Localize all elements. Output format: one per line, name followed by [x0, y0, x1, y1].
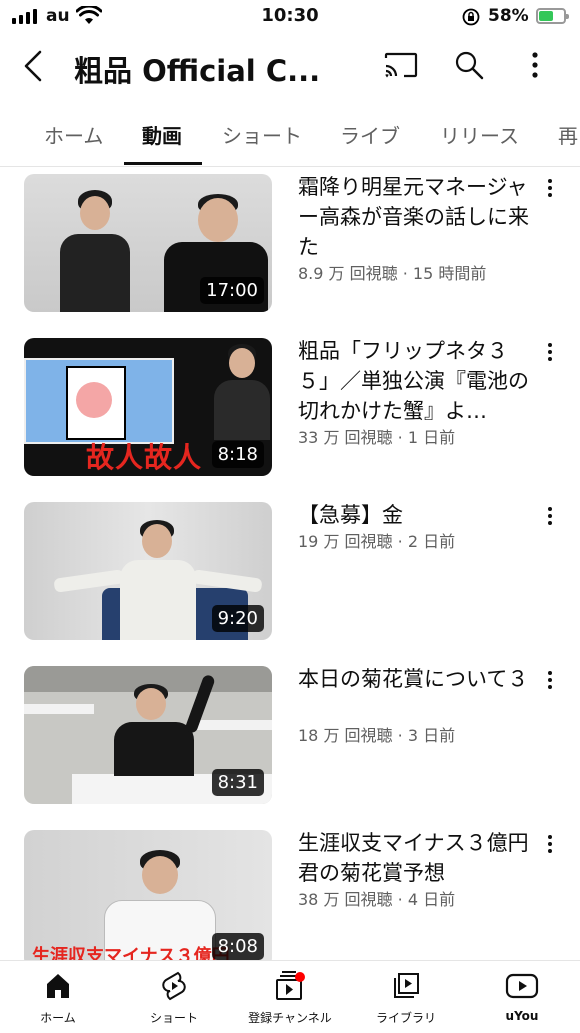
thumbnail-caption: 故人故人: [86, 441, 203, 474]
video-item[interactable]: 8:31 本日の菊花賞について３ 18 万 回視聴 · 3 日前: [0, 660, 580, 810]
active-tab-indicator: [124, 162, 202, 165]
video-thumbnail[interactable]: 生涯収支マイナス３億円 8:08: [24, 830, 272, 960]
video-title[interactable]: 粗品「フリップネタ３５」／単独公演『電池の切れかけた蟹』よ…: [298, 336, 534, 426]
video-item[interactable]: 故人故人 8:18 粗品「フリップネタ３５」／単独公演『電池の切れかけた蟹』よ……: [0, 332, 580, 482]
video-title[interactable]: 本日の菊花賞について３: [298, 664, 534, 694]
video-menu-icon[interactable]: [546, 178, 554, 198]
video-list: 17:00 霜降り明星元マネージャー高森が音楽の話しに来た 8.9 万 回視聴 …: [0, 168, 580, 960]
upload-age: 1 日前: [407, 428, 456, 447]
channel-tabs: ホーム 動画 ショート ライブ リリース 再: [0, 104, 580, 167]
library-icon: [394, 973, 419, 998]
search-icon[interactable]: [454, 50, 484, 80]
nav-label: 登録チャンネル: [248, 1011, 332, 1025]
video-title[interactable]: 霜降り明星元マネージャー高森が音楽の話しに来た: [298, 172, 534, 262]
tab-live[interactable]: ライブ: [340, 120, 400, 149]
home-icon: [47, 974, 69, 998]
video-menu-icon[interactable]: [546, 342, 554, 362]
view-count: 8.9 万 回視聴: [298, 264, 398, 283]
video-menu-icon[interactable]: [546, 670, 554, 690]
channel-header: 粗品 Official C...: [0, 34, 580, 98]
tab-home[interactable]: ホーム: [44, 120, 103, 149]
tab-shorts[interactable]: ショート: [222, 120, 302, 149]
nav-library[interactable]: ライブラリ: [348, 967, 464, 1026]
video-meta: 33 万 回視聴 · 1 日前: [298, 428, 456, 447]
cast-icon[interactable]: [384, 52, 418, 78]
status-bar: au 10:30 58%: [0, 0, 580, 34]
thumbnail-flip-board: [24, 358, 174, 444]
video-item[interactable]: 生涯収支マイナス３億円 8:08 生涯収支マイナス３億円君の菊花賞予想 38 万…: [0, 824, 580, 960]
nav-label: uYou: [505, 1009, 539, 1023]
battery-icon: [536, 8, 569, 24]
video-thumbnail[interactable]: 8:31: [24, 666, 272, 804]
view-count: 38 万 回視聴: [298, 890, 393, 909]
video-duration: 8:08: [211, 933, 264, 960]
view-count: 18 万 回視聴: [298, 726, 393, 745]
view-count: 19 万 回視聴: [298, 532, 393, 551]
battery-percent: 58%: [488, 6, 529, 26]
video-duration: 8:31: [211, 769, 264, 796]
nav-home[interactable]: ホーム: [0, 967, 116, 1026]
upload-age: 15 時間前: [412, 264, 487, 283]
view-count: 33 万 回視聴: [298, 428, 393, 447]
video-duration: 9:20: [211, 605, 264, 632]
thumbnail-person: [60, 190, 130, 312]
video-item[interactable]: 17:00 霜降り明星元マネージャー高森が音楽の話しに来た 8.9 万 回視聴 …: [0, 168, 580, 318]
video-title[interactable]: 生涯収支マイナス３億円君の菊花賞予想: [298, 828, 534, 888]
upload-age: 2 日前: [407, 532, 456, 551]
video-thumbnail[interactable]: 故人故人 8:18: [24, 338, 272, 476]
nav-uyou[interactable]: uYou: [464, 967, 580, 1023]
orientation-lock-icon: [462, 8, 480, 26]
upload-age: 4 日前: [407, 890, 456, 909]
back-arrow-icon[interactable]: [22, 50, 44, 82]
video-meta: 38 万 回視聴 · 4 日前: [298, 890, 456, 909]
thumbnail-person: [214, 344, 270, 440]
video-title[interactable]: 【急募】金: [298, 500, 534, 530]
video-item[interactable]: 9:20 【急募】金 19 万 回視聴 · 2 日前: [0, 496, 580, 646]
video-duration: 17:00: [200, 277, 264, 304]
uyou-icon: [505, 973, 539, 999]
thumbnail-person: [114, 684, 194, 776]
video-thumbnail[interactable]: 9:20: [24, 502, 272, 640]
video-menu-icon[interactable]: [546, 834, 554, 854]
shorts-icon: [162, 971, 186, 1001]
nav-subscriptions[interactable]: 登録チャンネル: [232, 967, 348, 1026]
video-meta: 19 万 回視聴 · 2 日前: [298, 532, 456, 551]
more-options-icon[interactable]: [530, 52, 540, 78]
thumbnail-desk: [192, 720, 272, 730]
video-meta: 8.9 万 回視聴 · 15 時間前: [298, 264, 487, 283]
upload-age: 3 日前: [407, 726, 456, 745]
thumbnail-desk: [24, 704, 94, 714]
nav-shorts[interactable]: ショート: [116, 967, 232, 1026]
tab-releases[interactable]: リリース: [440, 120, 519, 149]
thumbnail-caption: 生涯収支マイナス３億円: [32, 946, 230, 960]
nav-label: ショート: [149, 1011, 198, 1025]
video-thumbnail[interactable]: 17:00: [24, 174, 272, 312]
video-duration: 8:18: [211, 441, 264, 468]
bottom-navigation: ホーム ショート 登録チャンネル ライブラリ uYou: [0, 960, 580, 1033]
video-menu-icon[interactable]: [546, 506, 554, 526]
video-meta: 18 万 回視聴 · 3 日前: [298, 726, 456, 745]
notification-dot: [295, 972, 305, 982]
nav-label: ホーム: [40, 1011, 76, 1025]
nav-label: ライブラリ: [375, 1011, 436, 1025]
tab-playlists-partial[interactable]: 再: [558, 120, 578, 149]
channel-title: 粗品 Official C...: [74, 54, 321, 88]
tab-videos[interactable]: 動画: [142, 120, 182, 149]
subscriptions-icon: [276, 971, 305, 1000]
